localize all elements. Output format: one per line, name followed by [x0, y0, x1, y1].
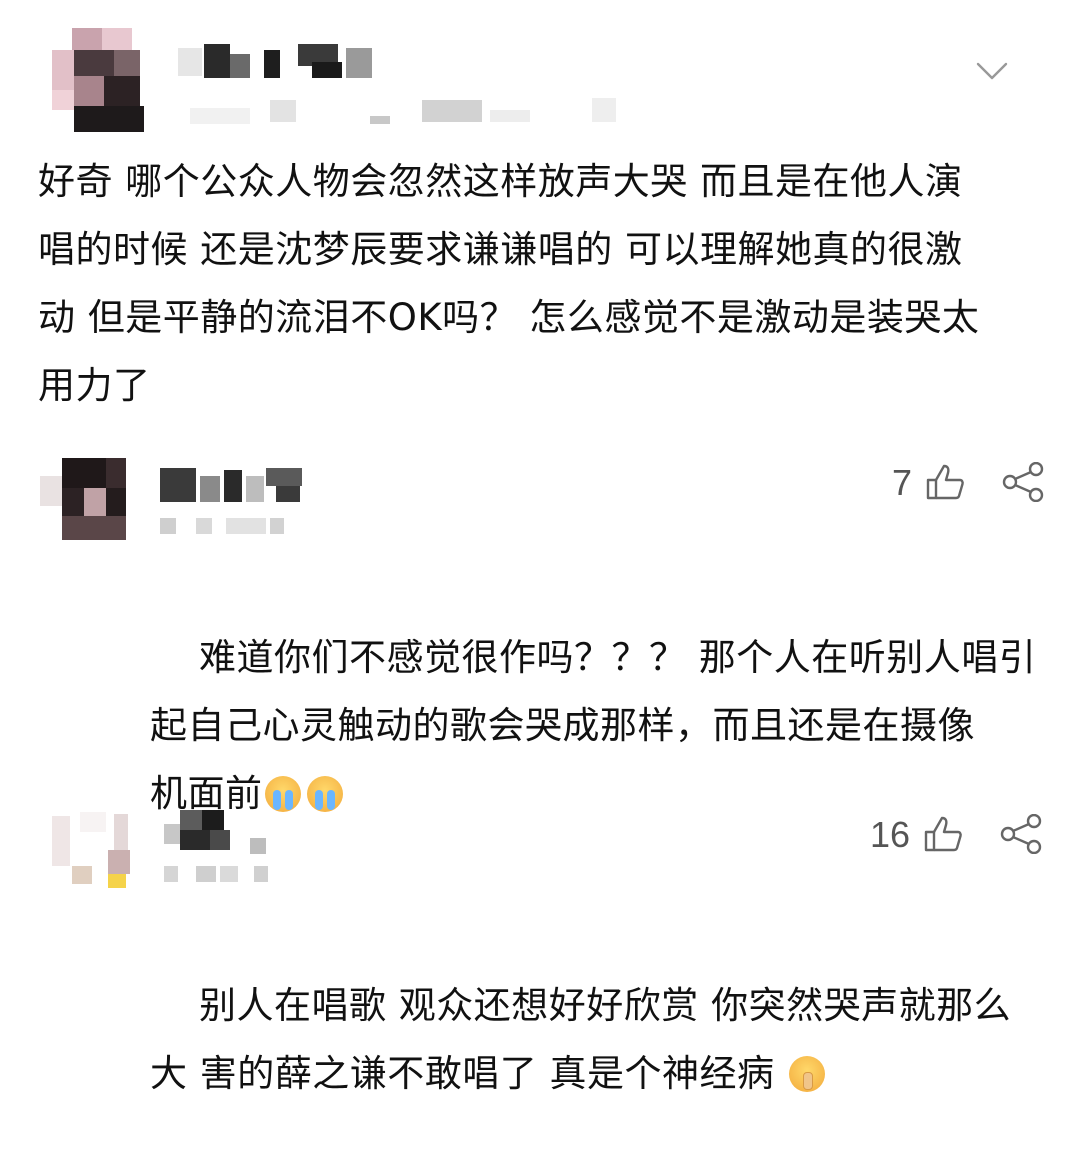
share-icon[interactable]	[1002, 462, 1046, 502]
username[interactable]	[164, 810, 284, 860]
thumbs-up-icon[interactable]	[924, 462, 966, 502]
like-count: 16	[870, 814, 911, 855]
like-count: 7	[892, 462, 913, 503]
share-icon[interactable]	[1000, 814, 1044, 854]
crying-face-emoji	[306, 776, 343, 812]
crying-face-emoji	[264, 776, 301, 812]
comment-text: 好奇 哪个公众人物会忽然这样放声大哭 而且是在他人演 唱的时候 还是沈梦辰要求谦…	[38, 160, 980, 407]
comment-meta	[190, 96, 630, 130]
avatar[interactable]	[52, 812, 132, 888]
username[interactable]	[160, 466, 310, 506]
comment-meta	[164, 866, 274, 884]
avatar[interactable]	[40, 458, 128, 540]
shushing-face-emoji	[788, 1056, 825, 1092]
comment-text: 难道你们不感觉很作吗？？？ 那个人在听别人唱引 起自己心灵触动的歌会哭成那样，而…	[150, 556, 1050, 896]
comment-meta	[160, 518, 300, 536]
thumbs-up-icon[interactable]	[922, 814, 964, 854]
comment-text: 别人在唱歌 观众还想好好欣赏 你突然哭声就那么 大 害的薛之谦不敢唱了 真是个神…	[150, 904, 1050, 1176]
chevron-down-icon[interactable]	[974, 56, 1010, 84]
username[interactable]	[178, 40, 378, 80]
avatar[interactable]	[52, 28, 144, 132]
